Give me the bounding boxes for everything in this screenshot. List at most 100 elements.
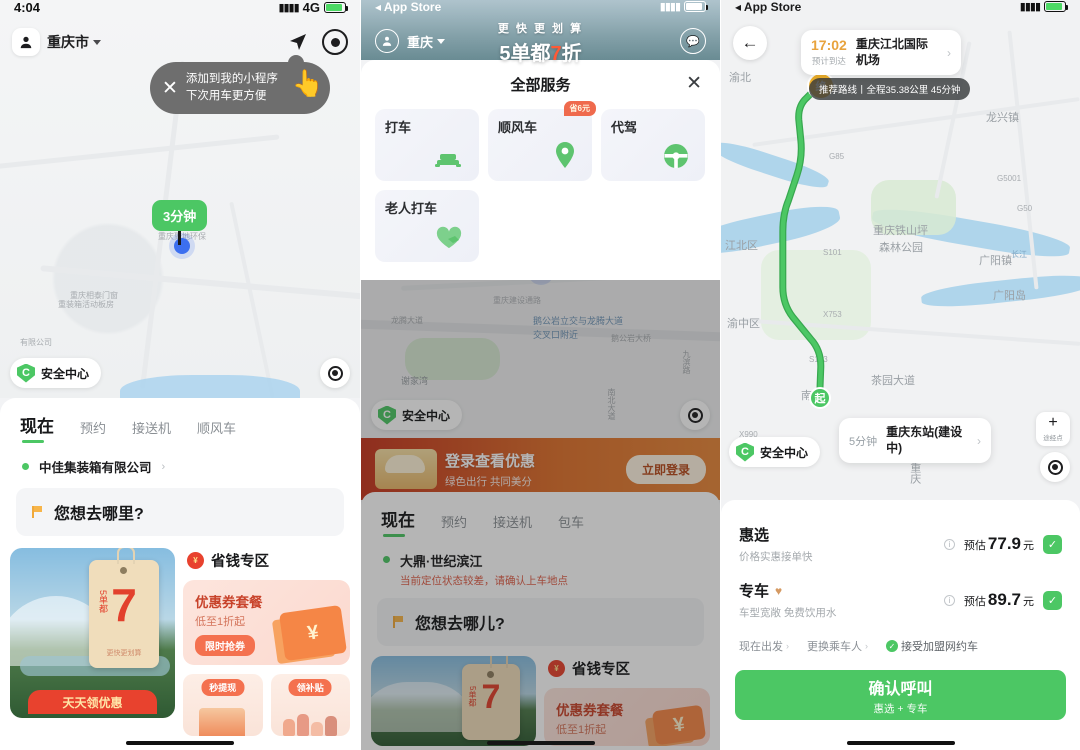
info-icon[interactable]: i: [943, 538, 955, 550]
car-option-info: 惠选 价格实惠接单快: [739, 524, 944, 564]
car-option-name: 专车: [739, 583, 770, 600]
services-title-label: 全部服务: [510, 77, 571, 94]
helping-hands-icon: [435, 226, 463, 255]
map-canvas-2[interactable]: 重庆建设通路 鹅公岩立交与龙腾大道 交叉口附近 鹅公岩大桥 龙腾大道 谢家湾 南…: [361, 264, 720, 438]
route-start-pin: 起: [809, 387, 831, 409]
route-summary-bar: 推荐路线丨全程35.38公里 45分钟: [809, 78, 971, 100]
login-button[interactable]: 立即登录: [625, 454, 706, 484]
service-item-carpool[interactable]: 顺风车 省6元: [488, 101, 596, 181]
mini-promo-subsidy[interactable]: 领补贴: [270, 674, 350, 736]
tooltip-text: 添加到我的小程序 下次用车更方便: [186, 71, 278, 104]
option-depart-now[interactable]: 现在出发 ›: [739, 638, 789, 654]
promo-section-2: 5单都 7 ¥ 省钱专区 优惠券套餐 低至1折起 ¥: [361, 646, 720, 746]
destination-input-2[interactable]: 您想去哪儿?: [377, 598, 704, 646]
appstore-label: App Store: [743, 0, 802, 14]
map-canvas-1[interactable]: 重庆聚地环保 重装箱活动板房 重庆相泰门窗 有限公司 重庆市 ✕ 添加到我的小程…: [0, 0, 360, 415]
origin-text: 大鼎·世纪滨江 当前定位状态较差，请确认上车地点: [400, 551, 568, 588]
city-name[interactable]: 重庆市: [47, 32, 101, 52]
signal-icon: ▮▮▮▮: [659, 1, 681, 13]
stop-info-card[interactable]: 5分钟 重庆东站(建设中) ›: [839, 418, 991, 464]
service-item-taxi[interactable]: 打车: [375, 109, 479, 181]
arrow-left-icon[interactable]: ←: [733, 26, 767, 60]
close-icon[interactable]: ✕: [162, 79, 178, 98]
person-icon[interactable]: [12, 28, 40, 56]
locate-fab-icon[interactable]: [320, 358, 350, 388]
car-option-checkbox[interactable]: ✓: [1043, 534, 1062, 554]
origin-warning: 当前定位状态较差，请确认上车地点: [400, 575, 568, 587]
stop-duration: 5分钟: [849, 435, 878, 448]
service-item-elderly-taxi[interactable]: 老人打车: [375, 190, 479, 262]
panel-all-services: ◂ App Store ▮▮▮▮ 重庆 💬 更 快 更 划 算 5单都7折 重庆…: [360, 0, 720, 750]
confirm-call-sub: 惠选 + 专车: [873, 702, 928, 715]
booking-sheet-2: 现在 预约 接送机 包车 大鼎·世纪滨江 当前定位状态较差，请确认上车地点 您想…: [361, 492, 720, 750]
option-accept-affiliate[interactable]: ✓ 接受加盟网约车: [886, 638, 978, 654]
appstore-back-link[interactable]: ◂ App Store: [375, 0, 441, 14]
origin-row-1[interactable]: 中佳集装箱有限公司 ›: [0, 445, 360, 486]
safety-center-chip[interactable]: C 安全中心: [10, 358, 102, 388]
coupon-package-card[interactable]: 优惠券套餐 低至1折起 限时抢券 ¥: [183, 580, 350, 665]
coupon-package-card-2[interactable]: 优惠券套餐 低至1折起 ¥: [544, 688, 710, 746]
locate-fab-icon[interactable]: [680, 400, 710, 430]
option-change-passenger[interactable]: 更换乘车人 ›: [807, 638, 868, 654]
city-selector[interactable]: 重庆市: [12, 28, 101, 56]
map-label: 鹅公岩立交与龙腾大道: [533, 316, 624, 326]
tag-number: 7: [111, 579, 137, 631]
service-label: 打车: [385, 120, 412, 135]
target-icon[interactable]: [322, 29, 348, 55]
safety-center-label: 安全中心: [760, 445, 809, 460]
stop-name: 重庆东站(建设中): [886, 425, 963, 455]
confirm-call-button[interactable]: 确认呼叫 惠选 + 专车: [735, 670, 1066, 720]
coupon-button[interactable]: 限时抢券: [195, 635, 255, 656]
tab-now[interactable]: 现在: [381, 506, 415, 539]
flag-icon: [393, 616, 404, 628]
mini-promo-label: 秒提现: [201, 679, 245, 696]
origin-row-2[interactable]: 大鼎·世纪滨江 当前定位状态较差，请确认上车地点: [361, 539, 720, 596]
navigate-arrow-icon[interactable]: [288, 32, 308, 52]
promo-banner-card[interactable]: 5单都 7 更快更划算 天天领优惠: [10, 548, 175, 718]
status-bar-2: ◂ App Store ▮▮▮▮: [361, 0, 720, 22]
city-label: 重庆市: [47, 34, 89, 50]
network-label: 4G: [302, 0, 320, 15]
panel-route-confirm: 龙兴镇 G5001 广阳镇 重庆铁山坪 森林公园 江北区 渝中区 南岸 X753…: [720, 0, 1080, 750]
tab-airport[interactable]: 接送机: [493, 512, 532, 539]
tab-reserve[interactable]: 预约: [441, 512, 467, 539]
info-icon[interactable]: i: [943, 594, 955, 606]
mini-promo-withdraw[interactable]: 秒提现: [183, 674, 263, 736]
save-zone-title: 省钱专区: [572, 662, 630, 678]
chevron-right-icon[interactable]: ›: [947, 46, 951, 60]
add-waypoint-button[interactable]: + 途经点: [1036, 412, 1070, 446]
option-label: 现在出发: [739, 641, 783, 653]
service-label: 代驾: [611, 120, 638, 135]
service-item-designated-driver[interactable]: 代驾: [601, 109, 705, 181]
car-option-row[interactable]: 专车 ♥ 车型宽敞 免费饮用水 i 预估 89.7 元 ✓: [721, 572, 1080, 628]
safety-center-chip-3[interactable]: C 安全中心: [729, 437, 821, 467]
shield-icon: C: [736, 442, 754, 462]
tab-reserve[interactable]: 预约: [80, 418, 106, 445]
booking-sheet-1: 现在 预约 接送机 顺风车 中佳集装箱有限公司 › 您想去哪里? 5单都 7 更…: [0, 398, 360, 750]
tab-charter[interactable]: 包车: [558, 512, 584, 539]
car-option-name-block: 惠选: [739, 524, 944, 545]
login-banner-text: 登录查看优惠 绿色出行 共同美分: [445, 450, 626, 489]
appstore-back-link[interactable]: ◂ App Store: [735, 0, 801, 14]
tab-now[interactable]: 现在: [20, 412, 54, 445]
safety-center-chip-2[interactable]: C 安全中心: [371, 400, 463, 430]
map-label: 交叉口附近: [533, 330, 579, 340]
confirm-call-label: 确认呼叫: [868, 680, 933, 698]
promo-banner-card-2[interactable]: 5单都 7: [371, 656, 536, 746]
car-option-checkbox[interactable]: ✓: [1043, 590, 1062, 610]
arrival-info-card[interactable]: 17:02 预计到达 重庆江北国际机场 ›: [801, 30, 961, 76]
option-label: 接受加盟网约车: [901, 641, 978, 653]
destination-placeholder: 您想去哪儿?: [415, 616, 505, 633]
tab-carpool[interactable]: 顺风车: [197, 418, 236, 445]
add-miniprogram-tooltip[interactable]: ✕ 添加到我的小程序 下次用车更方便 👆: [150, 55, 330, 114]
close-icon[interactable]: ✕: [686, 72, 702, 95]
login-banner-art: [375, 449, 437, 489]
login-promo-banner[interactable]: 登录查看优惠 绿色出行 共同美分 立即登录: [361, 438, 720, 500]
tab-airport[interactable]: 接送机: [132, 418, 171, 445]
map-label: 重庆建设通路: [493, 296, 541, 305]
chevron-right-icon[interactable]: ›: [977, 434, 981, 448]
locate-fab-icon[interactable]: [1040, 452, 1070, 482]
destination-input-1[interactable]: 您想去哪里?: [16, 488, 344, 536]
map-label: 龙腾大道: [391, 316, 423, 325]
car-option-row[interactable]: 惠选 价格实惠接单快 i 预估 77.9 元 ✓: [721, 516, 1080, 572]
